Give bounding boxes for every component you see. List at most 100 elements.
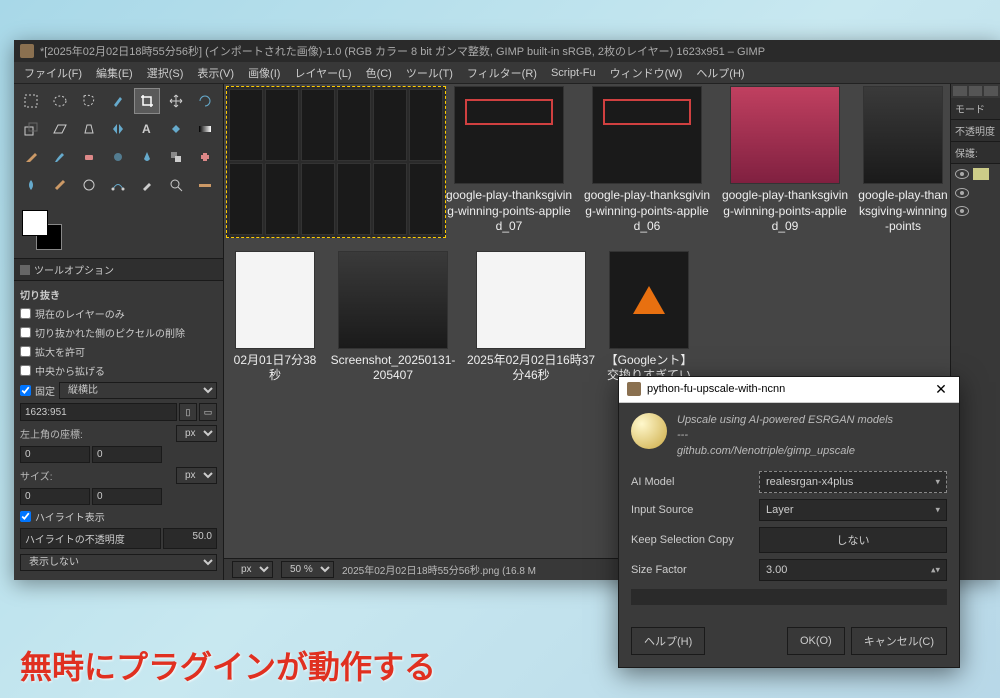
tool-rotate[interactable] — [192, 88, 218, 114]
aspect-ratio-input[interactable] — [20, 403, 177, 421]
menu-layer[interactable]: レイヤー(L) — [288, 63, 357, 83]
tool-heal[interactable] — [192, 144, 218, 170]
menu-file[interactable]: ファイル(F) — [18, 63, 88, 83]
layer-visibility-row[interactable] — [951, 184, 1000, 202]
color-swatch[interactable] — [22, 210, 62, 250]
navigator-preview[interactable] — [226, 86, 446, 238]
tool-color-picker[interactable] — [134, 172, 160, 198]
size-unit-select[interactable]: px — [176, 467, 217, 484]
keep-selection-toggle[interactable]: しない — [759, 527, 947, 553]
highlight-opacity-value[interactable]: 50.0 — [163, 528, 217, 549]
tool-fuzzy-select[interactable] — [105, 88, 131, 114]
menu-edit[interactable]: 編集(E) — [90, 63, 139, 83]
panel-icon — [20, 265, 30, 275]
file-item[interactable]: google-play-thanksgiving-winning-points-… — [720, 86, 850, 235]
tool-scale[interactable] — [18, 116, 44, 142]
dialog-description: Upscale using AI-powered ESRGAN models -… — [677, 413, 893, 459]
tool-shear[interactable] — [47, 116, 73, 142]
aspect-select[interactable]: 縦横比 — [59, 382, 217, 399]
file-item[interactable]: Screenshot_20250131-205407 — [328, 251, 458, 400]
allow-enlarge-checkbox[interactable] — [20, 346, 31, 357]
eye-icon[interactable] — [955, 169, 969, 179]
tool-pencil[interactable] — [18, 144, 44, 170]
tool-brush[interactable] — [47, 144, 73, 170]
tool-gradient[interactable] — [192, 116, 218, 142]
tool-bucket[interactable] — [163, 116, 189, 142]
svg-text:A: A — [142, 122, 151, 136]
fixed-checkbox[interactable] — [20, 385, 31, 396]
layer-visibility-row[interactable] — [951, 164, 1000, 184]
input-source-label: Input Source — [631, 504, 751, 516]
lightbulb-icon — [631, 413, 667, 449]
file-item[interactable]: google-play-thanksgiving-winning-points-… — [582, 86, 712, 235]
help-button[interactable]: ヘルプ(H) — [631, 627, 705, 655]
tool-crop[interactable] — [134, 88, 160, 114]
menu-image[interactable]: 画像(I) — [242, 63, 286, 83]
dialog-status-bar — [631, 589, 947, 605]
landscape-icon[interactable]: ▭ — [199, 403, 217, 421]
tool-ink[interactable] — [134, 144, 160, 170]
tool-move[interactable] — [163, 88, 189, 114]
tool-rect-select[interactable] — [18, 88, 44, 114]
tool-smudge[interactable] — [47, 172, 73, 198]
file-item[interactable]: google-play-thanksgiving-winning-points — [858, 86, 948, 235]
menu-tool[interactable]: ツール(T) — [400, 63, 459, 83]
tool-options-panel: 切り抜き 現在のレイヤーのみ 切り抜かれた側のピクセルの削除 拡大を許可 中央か… — [14, 281, 223, 580]
current-layer-only-checkbox[interactable] — [20, 308, 31, 319]
size-h-input[interactable] — [92, 488, 162, 505]
menu-color[interactable]: 色(C) — [360, 63, 398, 83]
pos-x-input[interactable] — [20, 446, 90, 463]
eye-icon[interactable] — [955, 206, 969, 216]
file-item[interactable]: google-play-thanksgiving-winning-points-… — [444, 86, 574, 235]
menu-windows[interactable]: ウィンドウ(W) — [604, 63, 689, 83]
ok-button[interactable]: OK(O) — [787, 627, 845, 655]
zoom-select[interactable]: 50 % — [281, 561, 334, 578]
auto-shrink-button[interactable]: 選択範囲の自動縮小 — [74, 579, 164, 580]
tool-ellipse-select[interactable] — [47, 88, 73, 114]
tool-clone[interactable] — [163, 144, 189, 170]
cancel-button[interactable]: キャンセル(C) — [851, 627, 947, 655]
tool-text[interactable]: A — [134, 116, 160, 142]
tool-free-select[interactable] — [76, 88, 102, 114]
status-unit-select[interactable]: px — [232, 561, 273, 578]
menu-help[interactable]: ヘルプ(H) — [690, 63, 750, 83]
file-item[interactable]: 2025年02月02日16時37分46秒 — [466, 251, 596, 400]
layer-visibility-row[interactable] — [951, 202, 1000, 220]
vlc-icon — [633, 286, 665, 314]
upscale-dialog: python-fu-upscale-with-ncnn ✕ Upscale us… — [618, 376, 960, 668]
window-titlebar[interactable]: *[2025年02月02日18時55分56秒] (インポートされた画像)-1.0… — [14, 40, 1000, 62]
tool-flip[interactable] — [105, 116, 131, 142]
mode-label: モード — [951, 98, 1000, 120]
delete-cropped-checkbox[interactable] — [20, 327, 31, 338]
tool-blur[interactable] — [18, 172, 44, 198]
highlight-checkbox[interactable] — [20, 511, 31, 522]
menu-scriptfu[interactable]: Script-Fu — [545, 65, 602, 81]
tool-measure[interactable] — [192, 172, 218, 198]
file-item[interactable]: 02月01日7分38秒 — [230, 251, 320, 400]
spinner-icon[interactable]: ▴▾ — [931, 565, 940, 576]
menu-view[interactable]: 表示(V) — [191, 63, 240, 83]
pos-y-input[interactable] — [92, 446, 162, 463]
dialog-titlebar[interactable]: python-fu-upscale-with-ncnn ✕ — [619, 377, 959, 403]
eye-icon[interactable] — [955, 188, 969, 198]
size-factor-input[interactable]: 3.00▴▾ — [759, 559, 947, 581]
tool-options-header: ツールオプション — [14, 258, 223, 281]
tool-paths[interactable] — [105, 172, 131, 198]
foreground-color[interactable] — [22, 210, 48, 236]
menu-select[interactable]: 選択(S) — [141, 63, 190, 83]
tool-eraser[interactable] — [76, 144, 102, 170]
portrait-icon[interactable]: ▯ — [179, 403, 197, 421]
tool-dodge[interactable] — [76, 172, 102, 198]
guides-select[interactable]: 表示しない — [20, 554, 217, 571]
close-icon[interactable]: ✕ — [931, 379, 951, 399]
menu-filter[interactable]: フィルター(R) — [461, 63, 543, 83]
input-source-select[interactable]: Layer▾ — [759, 499, 947, 521]
tool-zoom[interactable] — [163, 172, 189, 198]
expand-center-checkbox[interactable] — [20, 365, 31, 376]
position-unit-select[interactable]: px — [176, 425, 217, 442]
tool-perspective[interactable] — [76, 116, 102, 142]
size-w-input[interactable] — [20, 488, 90, 505]
tool-airbrush[interactable] — [105, 144, 131, 170]
chevron-down-icon: ▾ — [935, 505, 940, 516]
ai-model-select[interactable]: realesrgan-x4plus▾ — [759, 471, 947, 493]
